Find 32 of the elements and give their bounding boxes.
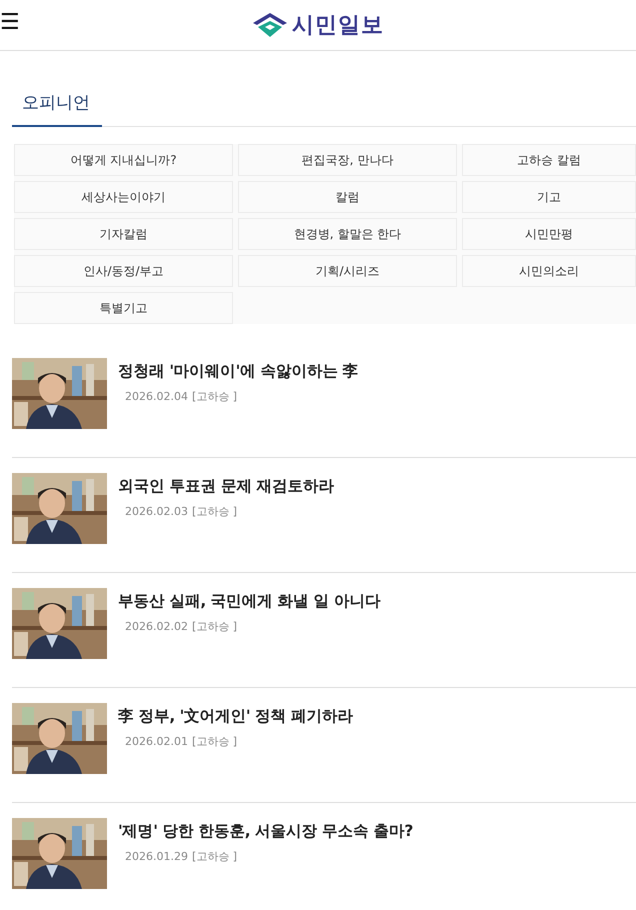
article-date: 2026.02.04 [125,388,188,405]
article-date: 2026.02.01 [125,734,188,750]
category-link[interactable]: 칼럼 [238,180,457,212]
article-date: 2026.01.29 [125,848,188,865]
article-title[interactable]: 李 정부, '文어게인' 정책 폐기하라 [118,704,353,728]
category-link[interactable]: 시민만평 [462,218,636,250]
menu-icon[interactable]: ☰ [0,12,20,34]
category-link[interactable]: 고하승 칼럼 [462,144,636,176]
category-link[interactable]: 기획/시리즈 [238,254,457,286]
category-link[interactable]: 현경병, 할말은 한다 [238,218,457,250]
category-link[interactable]: 시민의소리 [462,254,636,286]
category-link[interactable]: 기고 [462,180,636,212]
logo-icon [252,12,288,38]
article-author: [고하승 ] [192,388,238,405]
section-tab[interactable]: 오피니언 [12,91,102,126]
category-link[interactable]: 특별기고 [14,292,233,324]
article-author: [고하승 ] [192,504,238,520]
article-author: [고하승 ] [192,618,238,635]
logo[interactable]: 시민일보 [292,8,384,42]
category-link[interactable]: 인사/동정/부고 [14,254,233,286]
category-link[interactable]: 어떻게 지내십니까? [14,144,233,176]
article-date: 2026.02.03 [125,504,188,520]
article-author: [고하승 ] [192,848,238,865]
article-title[interactable]: 정청래 '마이웨이'에 속앓이하는 李 [118,360,358,383]
article-date: 2026.02.02 [125,618,188,635]
category-link[interactable]: 세상사는이야기 [14,180,233,212]
article-title[interactable]: 외국인 투표권 문제 재검토하라 [118,474,334,498]
category-link[interactable]: 기자칼럼 [14,218,233,250]
article-title[interactable]: 부동산 실패, 국민에게 화낼 일 아니다 [118,590,380,613]
article-title[interactable]: '제명' 당한 한동훈, 서울시장 무소속 출마? [118,820,413,843]
category-link[interactable]: 편집국장, 만나다 [238,144,457,176]
article-author: [고하승 ] [192,734,238,750]
